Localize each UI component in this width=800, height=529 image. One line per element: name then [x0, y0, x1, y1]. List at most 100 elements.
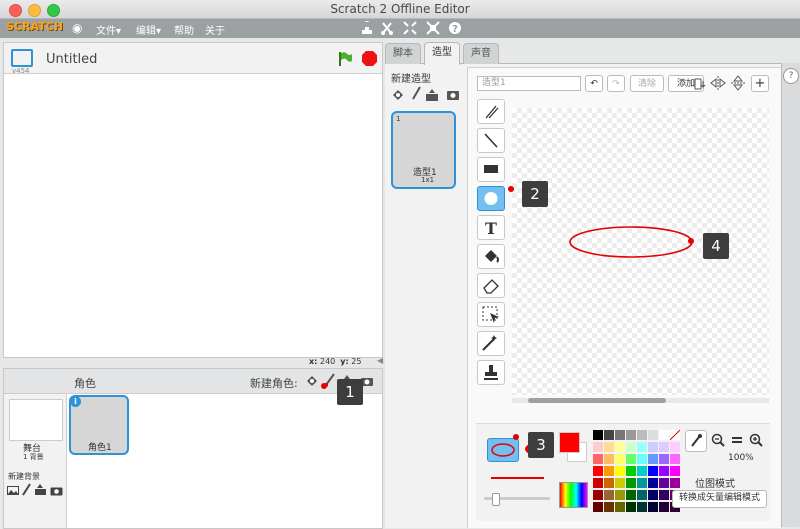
palette-swatch[interactable]	[593, 502, 603, 512]
drawing-canvas[interactable]	[512, 108, 769, 395]
palette-swatch[interactable]	[659, 490, 669, 500]
palette-swatch[interactable]	[659, 502, 669, 512]
canvas-horizontal-scrollbar[interactable]	[512, 398, 769, 403]
select-remove-background-tool[interactable]	[477, 331, 505, 356]
convert-to-vector-button[interactable]: 转换成矢量编辑模式	[672, 490, 767, 508]
palette-swatch[interactable]	[659, 466, 669, 476]
ellipse-tool[interactable]	[477, 186, 505, 211]
palette-swatch[interactable]	[615, 442, 625, 452]
stroke-width-slider[interactable]	[484, 493, 550, 506]
palette-swatch[interactable]	[637, 442, 647, 452]
palette-swatch[interactable]	[648, 502, 658, 512]
palette-swatch[interactable]	[604, 442, 614, 452]
costume-name-input[interactable]: 造型1	[477, 76, 581, 91]
zoom-out-icon[interactable]	[711, 433, 725, 447]
palette-swatch[interactable]	[626, 454, 636, 464]
palette-swatch[interactable]	[637, 466, 647, 476]
stamp-tool[interactable]	[477, 360, 505, 385]
palette-swatch[interactable]	[670, 466, 680, 476]
palette-swatch[interactable]	[615, 466, 625, 476]
palette-swatch[interactable]	[648, 490, 658, 500]
globe-icon[interactable]: ◉	[72, 21, 82, 35]
palette-swatch[interactable]	[626, 490, 636, 500]
collapse-stage-icon[interactable]: ◀	[377, 356, 383, 365]
palette-swatch[interactable]	[593, 442, 603, 452]
green-flag-icon[interactable]	[337, 51, 353, 67]
palette-swatch[interactable]	[648, 442, 658, 452]
palette-swatch[interactable]	[626, 478, 636, 488]
select-tool[interactable]	[477, 302, 505, 327]
palette-swatch[interactable]	[604, 502, 614, 512]
camera-backdrop-icon[interactable]	[50, 485, 63, 496]
stop-icon[interactable]	[361, 50, 378, 67]
eraser-tool[interactable]	[477, 273, 505, 298]
sprite-info-icon[interactable]: i	[70, 396, 81, 407]
palette-swatch[interactable]	[593, 478, 603, 488]
palette-swatch[interactable]	[648, 430, 658, 440]
eyedropper-button[interactable]	[685, 430, 707, 452]
duplicate-stamp-icon[interactable]	[360, 21, 374, 35]
paint-costume-icon[interactable]	[410, 86, 422, 102]
palette-swatch[interactable]	[626, 430, 636, 440]
line-tool[interactable]	[477, 128, 505, 153]
palette-swatch[interactable]	[670, 478, 680, 488]
shrink-icon[interactable]	[426, 21, 440, 35]
fill-tool[interactable]	[477, 244, 505, 269]
fill-mode-outlined[interactable]	[487, 438, 519, 462]
scratch-logo[interactable]: SCRATCH	[6, 20, 63, 33]
help-icon[interactable]: ?	[783, 68, 799, 84]
redo-button[interactable]: ↷	[607, 75, 625, 92]
palette-swatch[interactable]	[670, 454, 680, 464]
project-title[interactable]: Untitled	[46, 52, 97, 67]
palette-swatch[interactable]	[648, 466, 658, 476]
primary-color-swatch[interactable]	[559, 432, 580, 453]
palette-swatch[interactable]	[659, 478, 669, 488]
palette-swatch[interactable]	[615, 502, 625, 512]
brush-tool[interactable]	[477, 99, 505, 124]
zoom-in-icon[interactable]	[749, 433, 763, 447]
tab-sounds[interactable]: 声音	[463, 43, 499, 64]
flip-vertical-icon[interactable]	[730, 75, 746, 92]
palette-swatch[interactable]	[637, 502, 647, 512]
palette-swatch[interactable]	[659, 454, 669, 464]
palette-swatch[interactable]	[637, 490, 647, 500]
stroke-width-slider-thumb[interactable]	[492, 493, 500, 506]
clear-button[interactable]: 清除	[630, 75, 664, 92]
text-tool[interactable]: T	[477, 215, 505, 240]
camera-costume-icon[interactable]	[446, 89, 460, 101]
tab-scripts[interactable]: 脚本	[385, 43, 421, 64]
menu-about[interactable]: 关于	[205, 22, 225, 37]
palette-swatch[interactable]	[637, 430, 647, 440]
upload-backdrop-icon[interactable]	[34, 484, 47, 496]
delete-scissors-icon[interactable]	[380, 21, 394, 35]
palette-swatch[interactable]	[626, 442, 636, 452]
flip-horizontal-icon[interactable]	[710, 75, 726, 92]
stage-canvas[interactable]	[4, 74, 382, 357]
sprite-thumbnail[interactable]: i 角色1	[69, 395, 129, 455]
palette-swatch[interactable]	[659, 442, 669, 452]
menu-help[interactable]: 帮助	[174, 22, 194, 37]
palette-swatch[interactable]	[648, 478, 658, 488]
canvas-scroll-thumb[interactable]	[528, 398, 666, 403]
palette-swatch[interactable]	[604, 478, 614, 488]
palette-swatch[interactable]	[637, 454, 647, 464]
stage-thumbnail[interactable]	[9, 399, 63, 441]
paint-backdrop-icon[interactable]	[21, 483, 31, 497]
tab-costumes[interactable]: 造型	[424, 42, 460, 65]
palette-swatch[interactable]	[659, 430, 669, 440]
palette-swatch[interactable]	[593, 430, 603, 440]
palette-swatch[interactable]	[604, 490, 614, 500]
palette-swatch[interactable]	[615, 478, 625, 488]
palette-swatch[interactable]	[669, 429, 681, 441]
choose-sprite-from-library-icon[interactable]	[305, 374, 319, 388]
presentation-mode-icon[interactable]	[11, 49, 33, 67]
palette-swatch[interactable]	[626, 502, 636, 512]
color-picker-gradient[interactable]	[559, 482, 588, 508]
upload-costume-icon[interactable]	[425, 88, 439, 102]
palette-swatch[interactable]	[637, 478, 647, 488]
menu-edit[interactable]: 编辑▾	[136, 22, 161, 37]
rectangle-tool[interactable]	[477, 157, 505, 182]
undo-button[interactable]: ↶	[585, 75, 603, 92]
set-center-button[interactable]: +	[751, 75, 769, 92]
palette-swatch[interactable]	[615, 430, 625, 440]
